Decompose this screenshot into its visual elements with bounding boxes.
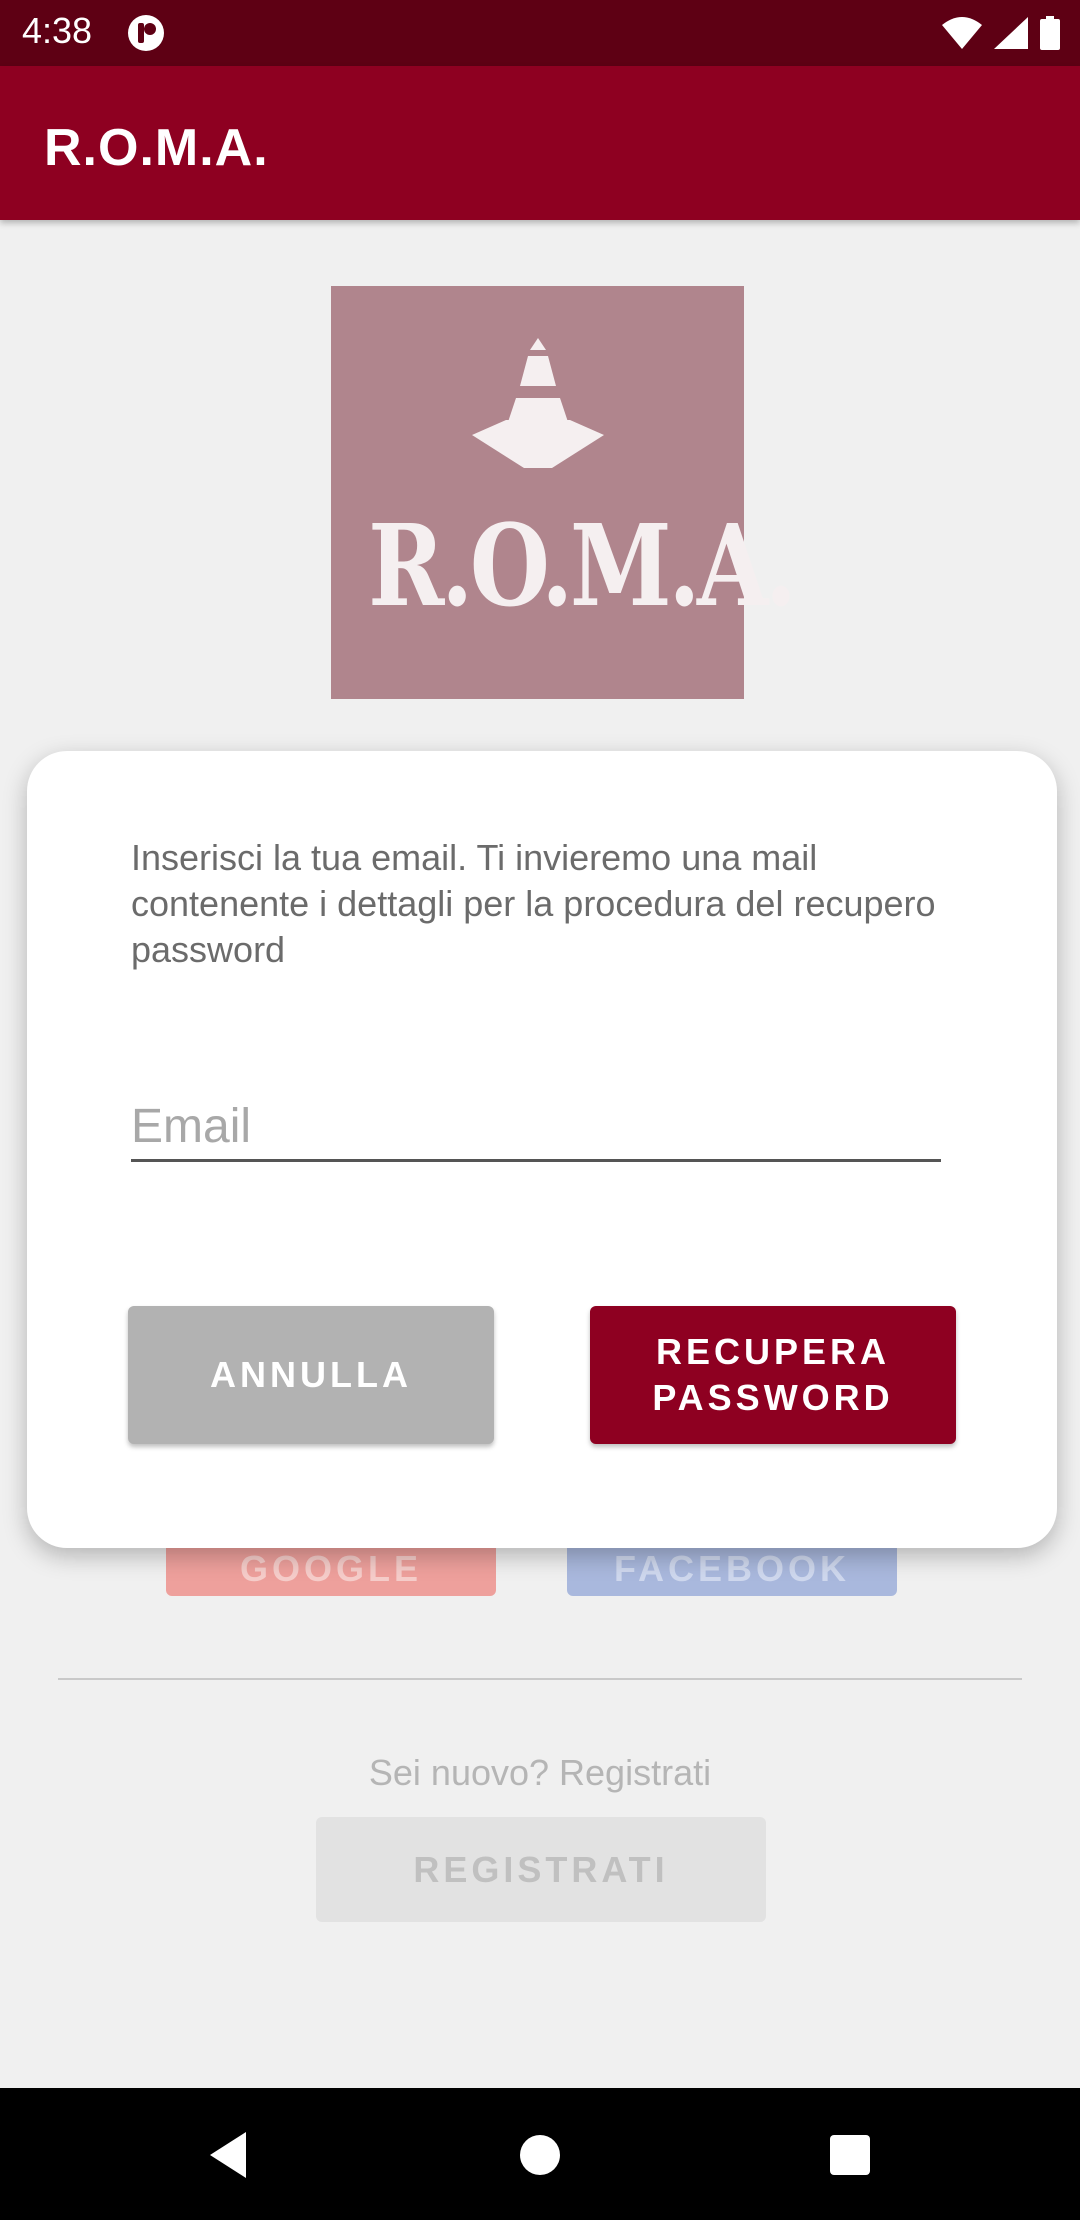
navigation-bar [0,2088,1080,2220]
app-notification-icon [128,15,164,51]
cancel-button[interactable]: ANNULLA [128,1306,494,1444]
status-time: 4:38 [22,10,93,51]
email-field[interactable] [131,1093,941,1162]
register-button: REGISTRATI [316,1817,766,1922]
wifi-icon [942,17,982,49]
app-bar: R.O.M.A. [0,66,1080,220]
logo-text: R.O.M.A. [368,501,797,632]
facebook-login-button: FACEBOOK [567,1542,897,1596]
app-title: R.O.M.A. [44,119,269,177]
recents-icon[interactable] [815,2120,885,2190]
password-recovery-dialog: Inserisci la tua email. Ti invieremo una… [27,751,1057,1548]
battery-icon [1040,16,1060,50]
status-icons [942,14,1060,52]
new-user-text: Sei nuovo? Registrati [368,1752,712,1793]
signal-icon [994,17,1028,49]
recover-password-button[interactable]: RECUPERA PASSWORD [590,1306,956,1444]
google-login-button: GOOGLE [166,1542,496,1596]
status-bar: 4:38 [0,0,1080,66]
app-logo: R.O.M.A. [331,286,797,699]
back-icon[interactable] [196,2120,266,2190]
dialog-message: Inserisci la tua email. Ti invieremo una… [131,837,936,970]
divider [58,1678,1022,1680]
traffic-cone-icon [472,338,604,468]
home-icon[interactable] [505,2120,575,2190]
